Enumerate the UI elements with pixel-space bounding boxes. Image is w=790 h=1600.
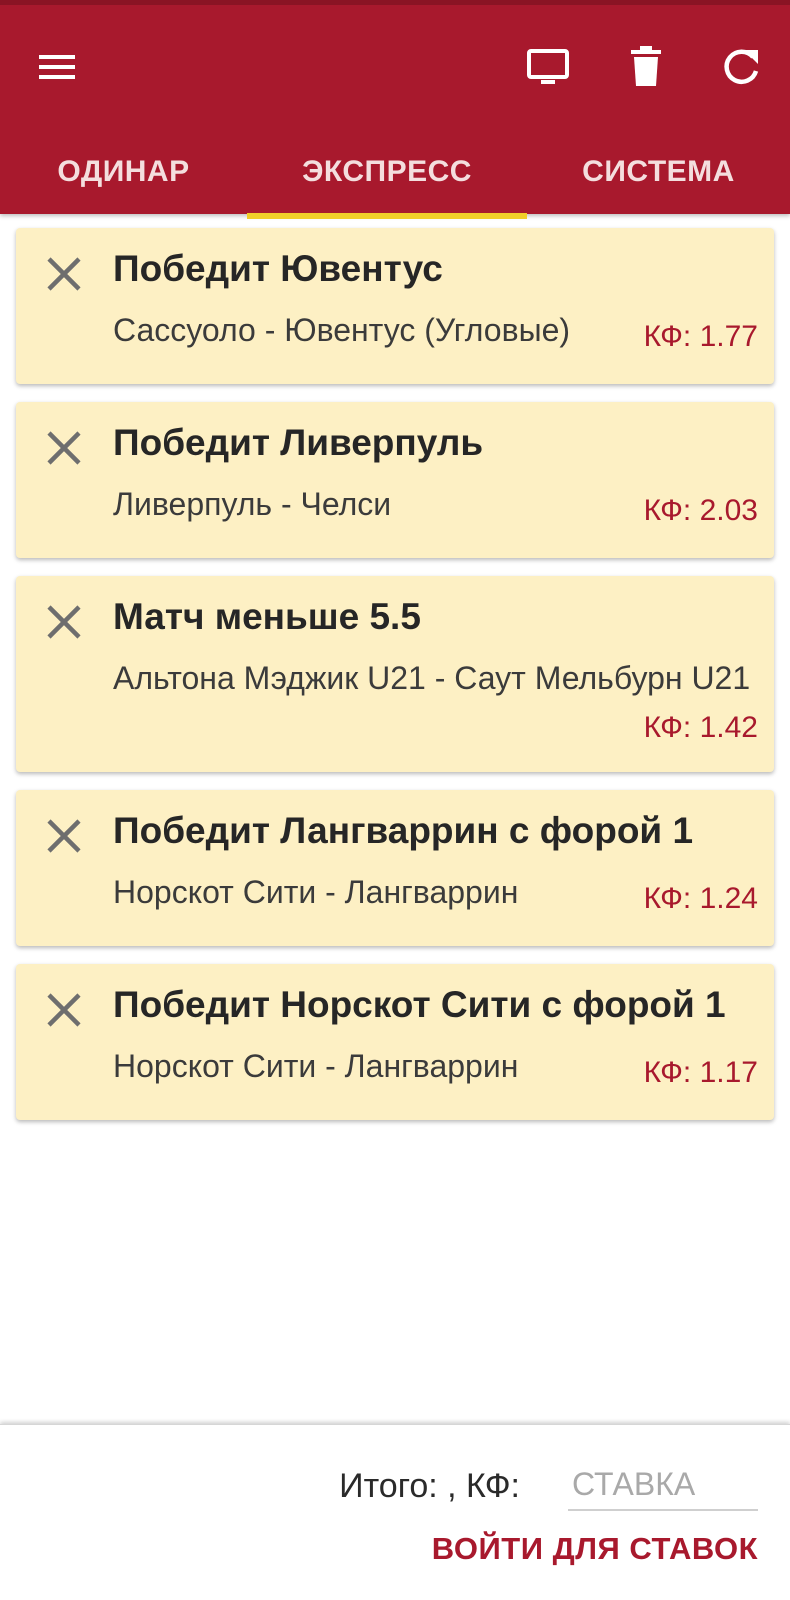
- bet-match: Норскот Сити - Лангваррин: [113, 874, 519, 910]
- clear-bets-button[interactable]: [614, 35, 678, 99]
- refresh-icon: [722, 47, 762, 87]
- bet-card: Победит Ювентус Сассуоло - Ювентус (Угло…: [16, 228, 774, 384]
- bet-title: Победит Норскот Сити с форой 1: [113, 984, 726, 1025]
- remove-bet-button[interactable]: [42, 602, 86, 646]
- bet-odds: КФ: 1.24: [643, 882, 758, 915]
- bet-odds: КФ: 1.17: [643, 1056, 758, 1089]
- bet-list: Победит Ювентус Сассуоло - Ювентус (Угло…: [16, 228, 774, 1138]
- menu-icon: [37, 52, 77, 82]
- toolbar: [0, 5, 790, 125]
- total-odds-label: Итого: , КФ:: [339, 1467, 520, 1505]
- bet-title: Победит Ювентус: [113, 248, 443, 289]
- bet-slip-screen: ОДИНАР ЭКСПРЕСС СИСТЕМА Победит Ювентус …: [0, 0, 790, 1600]
- close-icon: [45, 255, 83, 298]
- tab-label: ОДИНАР: [57, 155, 190, 188]
- close-icon: [45, 429, 83, 472]
- app-header: ОДИНАР ЭКСПРЕСС СИСТЕМА: [0, 0, 790, 219]
- bet-card: Матч меньше 5.5 Альтона Мэджик U21 - Сау…: [16, 576, 774, 772]
- close-icon: [45, 603, 83, 646]
- active-tab-indicator: [247, 213, 527, 219]
- tab-label: ЭКСПРЕСС: [302, 155, 472, 188]
- bet-title: Победит Лангваррин с форой 1: [113, 810, 694, 851]
- bet-odds: КФ: 1.42: [643, 711, 758, 744]
- bet-title: Матч меньше 5.5: [113, 596, 421, 637]
- bet-odds: КФ: 2.03: [643, 494, 758, 527]
- bet-slip-footer: Итого: , КФ: ВОЙТИ ДЛЯ СТАВОК: [0, 1424, 790, 1600]
- stake-input[interactable]: [568, 1459, 758, 1511]
- close-icon: [45, 817, 83, 860]
- trash-icon: [629, 46, 663, 88]
- bet-card: Победит Норскот Сити с форой 1 Норскот С…: [16, 964, 774, 1120]
- bet-match: Ливерпуль - Челси: [113, 486, 392, 522]
- tab-system[interactable]: СИСТЕМА: [527, 125, 790, 219]
- close-icon: [45, 991, 83, 1034]
- tab-single[interactable]: ОДИНАР: [0, 125, 247, 219]
- remove-bet-button[interactable]: [42, 254, 86, 298]
- tab-label: СИСТЕМА: [582, 155, 735, 188]
- bet-card: Победит Лангваррин с форой 1 Норскот Сит…: [16, 790, 774, 946]
- monitor-icon: [526, 47, 570, 87]
- refresh-button[interactable]: [710, 35, 774, 99]
- bet-match: Сассуоло - Ювентус (Угловые): [113, 312, 571, 348]
- login-to-bet-button[interactable]: ВОЙТИ ДЛЯ СТАВОК: [432, 1531, 758, 1567]
- bet-match: Альтона Мэджик U21 - Саут Мельбурн U21: [113, 660, 751, 696]
- menu-button[interactable]: [25, 35, 89, 99]
- remove-bet-button[interactable]: [42, 990, 86, 1034]
- tv-mode-button[interactable]: [516, 35, 580, 99]
- bet-match: Норскот Сити - Лангваррин: [113, 1048, 519, 1084]
- bet-odds: КФ: 1.77: [643, 320, 758, 353]
- bet-type-tabs: ОДИНАР ЭКСПРЕСС СИСТЕМА: [0, 125, 790, 219]
- bet-card: Победит Ливерпуль Ливерпуль - Челси КФ: …: [16, 402, 774, 558]
- bet-title: Победит Ливерпуль: [113, 422, 484, 463]
- remove-bet-button[interactable]: [42, 816, 86, 860]
- tab-express[interactable]: ЭКСПРЕСС: [247, 125, 527, 219]
- remove-bet-button[interactable]: [42, 428, 86, 472]
